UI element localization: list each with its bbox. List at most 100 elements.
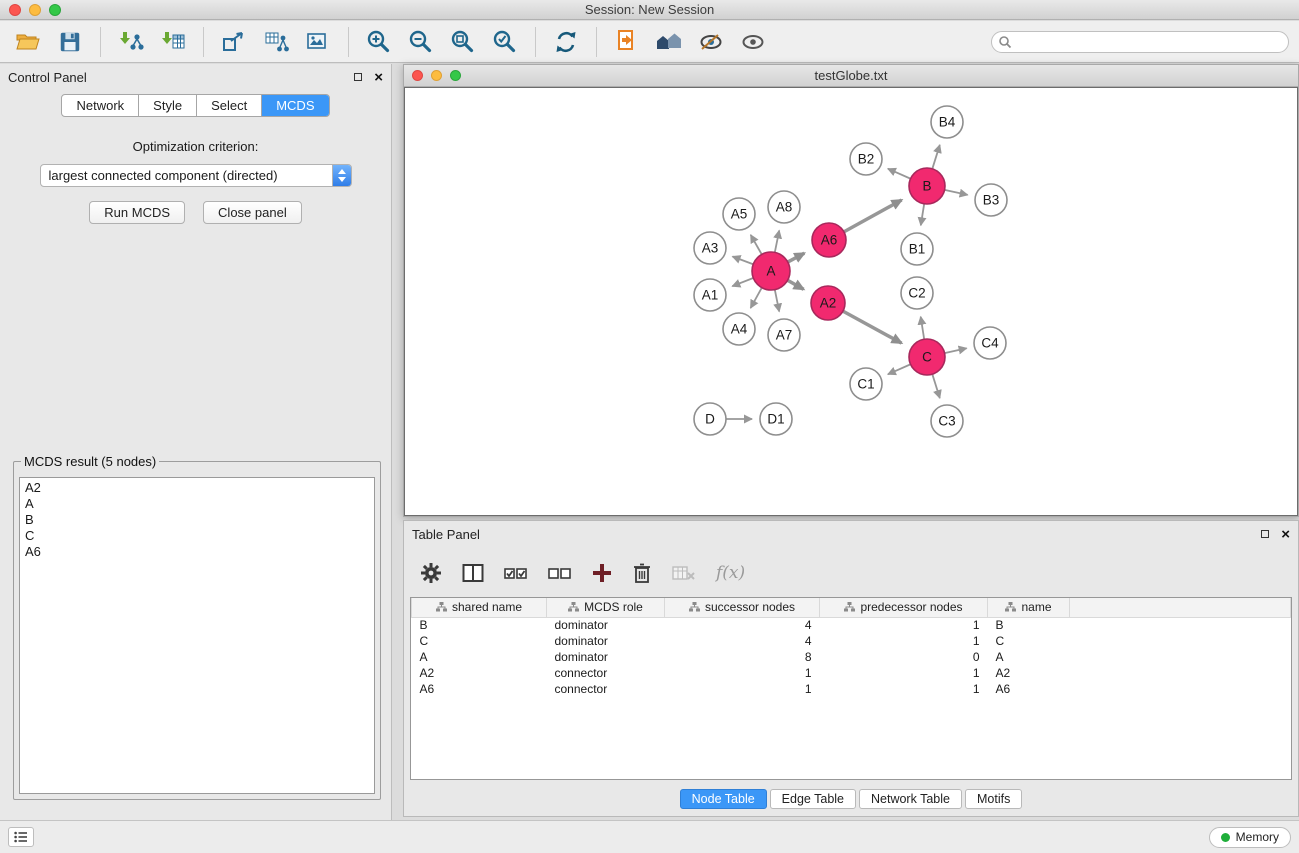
graph-edge-A-A3[interactable] [733, 257, 753, 265]
show-annotations-icon[interactable] [693, 26, 729, 58]
cell-name[interactable]: A2 [988, 665, 1070, 681]
gear-icon[interactable] [420, 562, 442, 584]
graph-node-A5[interactable]: A5 [723, 198, 755, 230]
graph-node-B4[interactable]: B4 [931, 106, 963, 138]
cell-successor-nodes[interactable]: 4 [665, 633, 820, 649]
cell-shared-name[interactable]: C [412, 633, 547, 649]
eye-icon[interactable] [735, 26, 771, 58]
result-item[interactable]: A2 [25, 480, 369, 496]
export-network-icon[interactable] [216, 26, 252, 58]
result-item[interactable]: B [25, 512, 369, 528]
cell-predecessor-nodes[interactable]: 1 [820, 665, 988, 681]
cell-MCDS-role[interactable]: dominator [547, 617, 665, 633]
cell-name[interactable]: A6 [988, 681, 1070, 697]
graph-edge-B-B2[interactable] [888, 169, 910, 179]
graph-edge-A-A7[interactable] [775, 290, 779, 311]
graph-node-A2[interactable]: A2 [811, 286, 845, 320]
cell-name[interactable]: C [988, 633, 1070, 649]
graph-edge-A-A1[interactable] [732, 278, 753, 286]
cell-predecessor-nodes[interactable]: 1 [820, 681, 988, 697]
cell-shared-name[interactable]: A6 [412, 681, 547, 697]
graph-node-A8[interactable]: A8 [768, 191, 800, 223]
cell-name[interactable]: B [988, 617, 1070, 633]
graph-edge-C-C2[interactable] [921, 317, 924, 339]
graph-node-A3[interactable]: A3 [694, 232, 726, 264]
save-session-icon[interactable] [52, 26, 88, 58]
graph-node-A7[interactable]: A7 [768, 319, 800, 351]
network-canvas[interactable]: B4B2BB3A5A8A6B1A3AC2A1A2A4A7C4CC1C3DD1 [404, 87, 1298, 516]
graph-edge-B-B1[interactable] [921, 204, 924, 225]
select-all-icon[interactable] [504, 564, 528, 582]
graph-node-C3[interactable]: C3 [931, 405, 963, 437]
graph-node-D[interactable]: D [694, 403, 726, 435]
export-image-icon[interactable] [300, 26, 336, 58]
graph-node-C[interactable]: C [909, 339, 945, 375]
import-table-icon[interactable] [155, 26, 191, 58]
cell-MCDS-role[interactable]: connector [547, 665, 665, 681]
search-input[interactable] [991, 31, 1289, 53]
column-header[interactable]: shared name [412, 598, 547, 617]
graph-edge-B-B3[interactable] [945, 190, 968, 195]
graph-edge-C-C1[interactable] [888, 365, 910, 375]
tab-mcds[interactable]: MCDS [262, 95, 328, 116]
graph-node-A[interactable]: A [752, 252, 790, 290]
criterion-dropdown[interactable]: largest connected component (directed) [40, 164, 352, 187]
open-session-icon[interactable] [10, 26, 46, 58]
graph-node-C1[interactable]: C1 [850, 368, 882, 400]
cell-name[interactable]: A [988, 649, 1070, 665]
run-mcds-button[interactable]: Run MCDS [89, 201, 185, 224]
close-window-button[interactable] [9, 4, 21, 16]
column-header[interactable]: successor nodes [665, 598, 820, 617]
refresh-icon[interactable] [548, 26, 584, 58]
cell-shared-name[interactable]: A [412, 649, 547, 665]
cell-predecessor-nodes[interactable]: 1 [820, 633, 988, 649]
import-network-icon[interactable] [113, 26, 149, 58]
graph-edge-C-C4[interactable] [945, 348, 967, 353]
column-header[interactable]: predecessor nodes [820, 598, 988, 617]
graph-edge-A-A4[interactable] [751, 288, 762, 308]
tab-select[interactable]: Select [197, 95, 262, 116]
document-arrow-icon[interactable] [609, 26, 645, 58]
zoom-in-icon[interactable] [361, 26, 397, 58]
graph-edge-A-A6[interactable] [788, 253, 804, 262]
tab-edge-table[interactable]: Edge Table [770, 789, 856, 809]
columns-icon[interactable] [462, 563, 484, 583]
zoom-window-button[interactable] [49, 4, 61, 16]
cell-MCDS-role[interactable]: dominator [547, 649, 665, 665]
cell-successor-nodes[interactable]: 1 [665, 681, 820, 697]
graph-node-A4[interactable]: A4 [723, 313, 755, 345]
network-table-icon[interactable] [258, 26, 294, 58]
zoom-out-icon[interactable] [403, 26, 439, 58]
memory-button[interactable]: Memory [1209, 827, 1291, 848]
tab-motifs[interactable]: Motifs [965, 789, 1022, 809]
column-header[interactable]: MCDS role [547, 598, 665, 617]
result-item[interactable]: A [25, 496, 369, 512]
cell-predecessor-nodes[interactable]: 0 [820, 649, 988, 665]
minimize-window-button[interactable] [431, 70, 442, 81]
tab-network-table[interactable]: Network Table [859, 789, 962, 809]
float-panel-icon[interactable] [354, 73, 362, 81]
graph-node-B1[interactable]: B1 [901, 233, 933, 265]
result-item[interactable]: C [25, 528, 369, 544]
graph-edge-C-C3[interactable] [933, 375, 940, 398]
close-panel-icon[interactable]: × [374, 70, 383, 85]
graph-node-B[interactable]: B [909, 168, 945, 204]
graph-edge-A2-C[interactable] [843, 311, 901, 343]
graph-node-A6[interactable]: A6 [812, 223, 846, 257]
add-column-icon[interactable] [592, 563, 612, 583]
cell-shared-name[interactable]: B [412, 617, 547, 633]
cell-successor-nodes[interactable]: 4 [665, 617, 820, 633]
zoom-fit-icon[interactable] [445, 26, 481, 58]
deselect-all-icon[interactable] [548, 564, 572, 582]
graph-node-D1[interactable]: D1 [760, 403, 792, 435]
float-panel-icon[interactable] [1261, 530, 1269, 538]
graph-edge-A-A5[interactable] [751, 235, 762, 254]
graph-node-B2[interactable]: B2 [850, 143, 882, 175]
graph-edge-A-A8[interactable] [775, 231, 779, 252]
home-icon[interactable] [651, 26, 687, 58]
graph-edge-A6-B[interactable] [844, 200, 901, 232]
cell-predecessor-nodes[interactable]: 1 [820, 617, 988, 633]
graph-node-A1[interactable]: A1 [694, 279, 726, 311]
graph-node-C4[interactable]: C4 [974, 327, 1006, 359]
tab-style[interactable]: Style [139, 95, 197, 116]
